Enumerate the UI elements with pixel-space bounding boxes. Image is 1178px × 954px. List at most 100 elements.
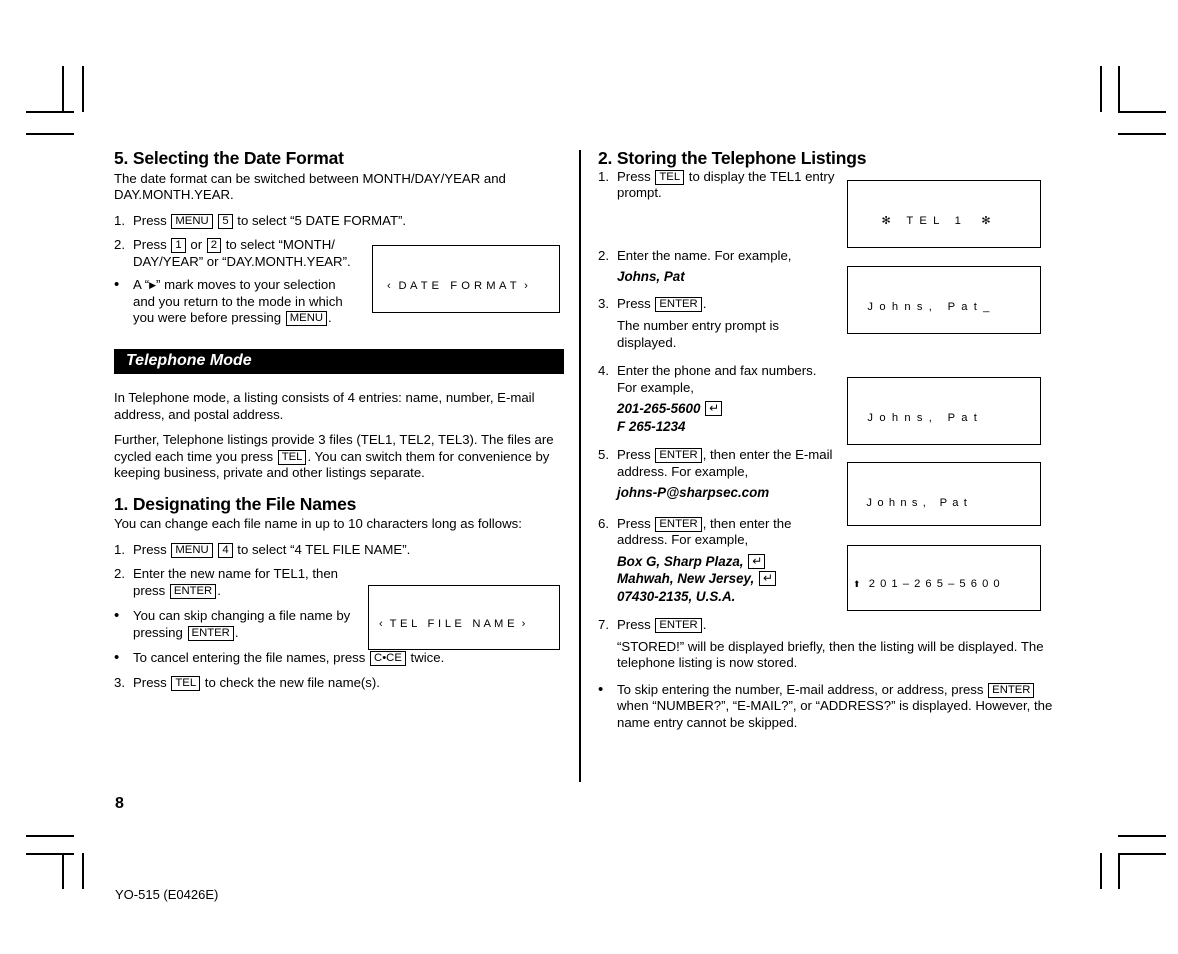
bullet-text-c: and you return to the mode in which <box>133 293 343 309</box>
lcd-line: ⬆ 2 0 1 – 2 6 5 – 5 6 0 0 <box>853 578 1032 592</box>
step-text-b: , then enter the E-mail <box>702 447 833 462</box>
key-enter[interactable]: ENTER <box>169 583 217 599</box>
section-2-bullet: • To skip entering the number, E-mail ad… <box>598 680 1052 732</box>
key-enter[interactable]: ENTER <box>988 682 1035 698</box>
telephone-mode-banner: Telephone Mode <box>114 348 564 374</box>
footer-model-code: YO-515 (E0426E) <box>115 887 219 902</box>
crop-mark-top-left-v2 <box>82 66 84 112</box>
section-2-heading: 2. Storing the Telephone Listings <box>598 148 867 168</box>
step-marker: 1. <box>598 168 609 184</box>
manual-page: 5. Selecting the Date Format The date fo… <box>0 0 1178 954</box>
crop-mark-top-right-h2 <box>1118 133 1166 135</box>
step-marker: 4. <box>598 363 609 378</box>
key-c-ce[interactable]: C•CE <box>370 651 406 666</box>
lcd-line-text: 2 0 1 – 2 6 5 – 5 6 0 0 <box>860 578 1001 591</box>
step-text: Press ENTER. The number entry prompt is … <box>617 296 862 352</box>
step-marker: 2. <box>114 566 125 581</box>
step-text-c: DAY/YEAR” or “DAY.MONTH.YEAR”. <box>133 253 351 269</box>
key-enter[interactable]: ENTER <box>655 618 702 633</box>
step-text: Enter the new name for TEL1, then press … <box>133 566 373 599</box>
bullet-text: A “▶” mark moves to your selection and y… <box>133 277 378 327</box>
section-1-intro: You can change each file name in up to 1… <box>114 516 522 531</box>
lcd-date-format: ‹ D A T E F O R M A T › 1▸M O N T H / D … <box>372 245 560 313</box>
bullet-marker: • <box>114 607 120 624</box>
key-enter[interactable]: ENTER <box>187 625 234 641</box>
crop-mark-top-left-v1 <box>62 66 64 112</box>
step-text-a: Press <box>617 515 651 531</box>
telephone-intro-paragraph-1: In Telephone mode, a listing consists of… <box>114 390 535 422</box>
step-text-c: prompt. <box>617 185 662 200</box>
page-number: 8 <box>115 795 124 812</box>
scroll-up-arrow-icon: ⬆ <box>853 579 861 590</box>
step-text: Enter the name. For example, Johns, Pat <box>617 248 862 286</box>
section-1-heading: 1. Designating the File Names <box>114 493 357 514</box>
section-5-intro: The date format can be switched between … <box>114 170 506 203</box>
example-address-line-1: Box G, Sharp Plaza, ↵ <box>617 553 766 570</box>
bullet-marker: • <box>598 680 604 698</box>
example-phone: 201-265-5600 ↵ <box>617 400 723 417</box>
step-text-a: Press <box>617 617 651 632</box>
key-enter[interactable]: ENTER <box>655 448 702 463</box>
key-menu[interactable]: MENU <box>171 213 213 229</box>
example-fax: F 265-1234 <box>617 418 686 434</box>
key-enter[interactable]: ENTER <box>655 516 702 532</box>
bullet-text-a: To skip entering the number, E-mail addr… <box>617 681 984 697</box>
step-text-a: Press <box>133 541 167 557</box>
step-text-a: Press <box>617 295 651 311</box>
step-text: Press TEL to display the TEL1 entry prom… <box>617 169 862 202</box>
lcd-line: ✻ T E L 1 ✻ <box>858 215 993 228</box>
lcd-line: J o h n s , P a t <box>858 412 979 425</box>
section-2-step-7: 7. Press ENTER. “STORED!” will be displa… <box>598 617 1050 672</box>
key-2[interactable]: 2 <box>206 238 222 253</box>
step-text-a: Press <box>133 674 167 690</box>
key-tel[interactable]: TEL <box>277 449 307 465</box>
bullet-text-a: A “ <box>133 277 150 292</box>
bullet-text: To cancel entering the file names, press… <box>133 650 564 667</box>
telephone-intro-paragraph-2: Further, Telephone listings provide 3 fi… <box>114 432 564 482</box>
step-text-a: Enter the phone and fax numbers. <box>617 363 817 378</box>
example-name: Johns, Pat <box>617 269 685 284</box>
key-tel[interactable]: TEL <box>171 675 201 691</box>
step-text-b: to select “4 TEL FILE NAME”. <box>237 541 411 557</box>
step-marker: 1. <box>114 541 125 557</box>
step-marker: 2. <box>598 247 609 263</box>
bullet-marker: • <box>114 649 120 666</box>
key-return[interactable]: ↵ <box>758 571 776 586</box>
key-return[interactable]: ↵ <box>748 553 766 569</box>
bullet-text-a: To cancel entering the file names, press <box>133 650 366 665</box>
key-1[interactable]: 1 <box>171 238 186 253</box>
step-marker: 1. <box>114 212 125 228</box>
bullet-marker: • <box>114 276 120 293</box>
lcd-line: ‹ T E L F I L E N A M E › <box>379 618 526 631</box>
step-text: Press TEL to check the new file name(s). <box>133 675 564 692</box>
key-return[interactable]: ↵ <box>705 401 723 416</box>
step-text-c: The number entry prompt is <box>617 318 779 333</box>
step-text-b: . <box>702 295 707 311</box>
example-address-line-2: Mahwah, New Jersey, ↵ <box>617 571 777 586</box>
step-text-a: Press <box>617 168 651 184</box>
key-5[interactable]: 5 <box>218 213 233 229</box>
bullet-text-b: twice. <box>410 650 445 665</box>
bullet-text-d: you were before pressing <box>133 310 282 325</box>
example-phone-text: 201-265-5600 <box>617 401 701 416</box>
step-text-c: address. For example, <box>617 463 749 479</box>
crop-mark-bottom-right-v2 <box>1118 853 1120 889</box>
section-5-step-1: 1. Press MENU 5 to select “5 DATE FORMAT… <box>114 213 564 230</box>
step-text-c: . <box>217 582 221 598</box>
lcd-tel-file-name: ‹ T E L F I L E N A M E › 1 [ T E L 1 ] … <box>368 585 560 650</box>
step-text-a: Press <box>617 447 651 462</box>
step-text-or: or <box>190 237 203 252</box>
key-tel[interactable]: TEL <box>655 169 685 185</box>
lcd-line: J o h n s , P a t <box>858 497 968 510</box>
step-marker: 6. <box>598 515 609 531</box>
key-enter[interactable]: ENTER <box>655 296 702 312</box>
crop-mark-bottom-right-h2 <box>1118 853 1166 855</box>
lcd-email-entered: J o h n s , P a t 2 0 1 – 2 6 5 – 5 6 0 … <box>847 462 1041 526</box>
key-menu[interactable]: MENU <box>171 542 213 558</box>
key-4[interactable]: 4 <box>218 542 233 558</box>
key-menu[interactable]: MENU <box>285 311 328 326</box>
section-5-heading: 5. Selecting the Date Format <box>114 148 344 168</box>
section-1-bullet-2: • To cancel entering the file names, pre… <box>114 650 564 667</box>
section-1-step-1: 1. Press MENU 4 to select “4 TEL FILE NA… <box>114 542 564 559</box>
step-marker: 7. <box>598 617 609 632</box>
